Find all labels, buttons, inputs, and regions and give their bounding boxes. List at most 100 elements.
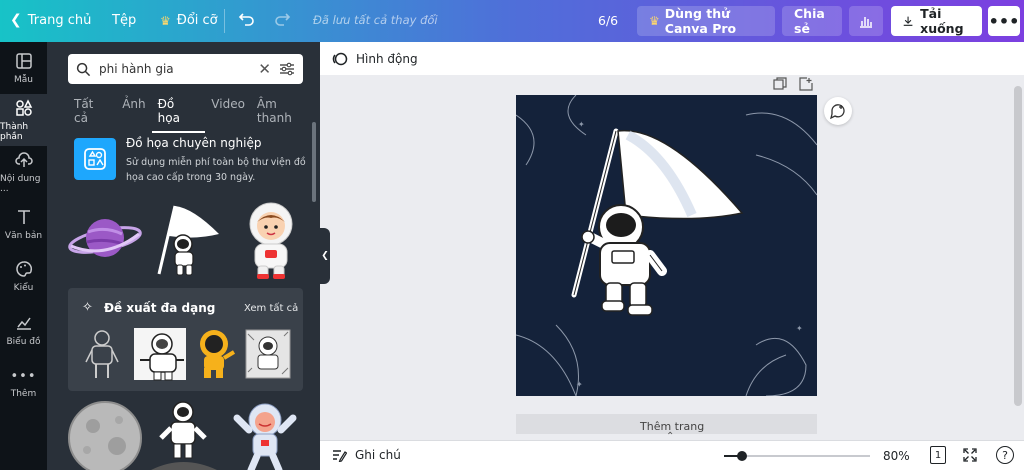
pro-graphics-icon <box>74 138 116 180</box>
canvas-scrollbar[interactable] <box>1014 86 1022 406</box>
suggest-item-3[interactable] <box>194 328 238 384</box>
elements-icon <box>15 98 32 116</box>
suggest-item-2[interactable] <box>132 326 188 386</box>
try-pro-button[interactable]: ♛ Dùng thử Canva Pro <box>637 6 775 36</box>
download-label: Tải xuống <box>920 6 964 36</box>
home-label: Trang chủ <box>27 12 92 28</box>
rail-item-more[interactable]: ••• Thêm <box>0 358 47 410</box>
tab-all[interactable]: Tất cả <box>68 97 116 133</box>
top-bar: ❮ Trang chủ Tệp ♛ Đổi cỡ Đã lưu tất cả t… <box>0 0 1024 42</box>
save-status: Đã lưu tất cả thay đổi <box>313 13 438 27</box>
animate-label: Hình động <box>356 51 418 66</box>
bottom-bar: ⌃ Ghi chú 80% 1 ? <box>320 431 1024 470</box>
text-icon <box>17 209 30 224</box>
graphic-astronaut-flag[interactable] <box>149 202 221 282</box>
page-counter: 6/6 <box>598 13 619 28</box>
file-label: Tệp <box>112 13 137 28</box>
context-toolbar: Hình động <box>320 42 1024 75</box>
zoom-slider[interactable] <box>724 451 870 461</box>
panel-scrollbar[interactable] <box>312 122 316 202</box>
redo-icon[interactable] <box>273 10 291 32</box>
suggest-item-1[interactable] <box>82 328 122 384</box>
tab-graphics[interactable]: Đồ họa <box>151 97 206 133</box>
graphic-planet[interactable] <box>67 212 143 268</box>
rail-item-templates[interactable]: Mẫu <box>0 42 47 94</box>
animate-icon <box>332 52 348 65</box>
search-tabs: Tất cả Ảnh Đồ họa Video Âm thanh <box>68 97 320 133</box>
design-canvas[interactable]: ✦ ✦ ✦ <box>516 95 817 396</box>
palette-icon <box>15 260 32 277</box>
bar-chart-icon <box>860 17 872 28</box>
animate-button[interactable]: Hình động <box>332 51 418 67</box>
graphic-astronaut-float[interactable] <box>233 400 297 470</box>
divider <box>224 9 225 33</box>
fullscreen-icon[interactable] <box>963 448 977 465</box>
rail-label: Kiểu <box>13 282 34 293</box>
tab-photos[interactable]: Ảnh <box>116 97 151 133</box>
pro-graphics-promo[interactable]: Đồ họa chuyên nghiệp Sử dụng miễn phí to… <box>74 136 306 184</box>
upload-icon <box>14 151 33 167</box>
rail-item-styles[interactable]: Kiểu <box>0 250 47 302</box>
insights-button[interactable] <box>849 6 883 36</box>
rail-item-charts[interactable]: Biểu đồ <box>0 304 47 356</box>
suggest-item-4[interactable] <box>244 328 292 384</box>
chevron-left-icon: ❮ <box>10 12 22 28</box>
graphic-moon[interactable] <box>67 400 143 470</box>
rail-label: Văn bản <box>4 230 43 241</box>
zoom-slider-handle[interactable] <box>737 451 747 461</box>
rail-label: Thêm <box>10 389 37 399</box>
search-icon <box>76 62 91 76</box>
undo-icon[interactable] <box>238 10 256 32</box>
more-dots-icon: ••• <box>988 11 1020 31</box>
graphic-kid-astronaut[interactable] <box>241 200 301 284</box>
add-page-icon[interactable] <box>799 76 813 95</box>
template-icon <box>15 52 32 69</box>
notes-button[interactable]: Ghi chú <box>332 448 401 462</box>
comment-icon <box>830 104 845 119</box>
tab-audio[interactable]: Âm thanh <box>251 97 320 133</box>
elements-panel: phi hành gia ✕ Tất cả Ảnh Đồ họa Video Â… <box>47 42 320 470</box>
pro-description: Sử dụng miễn phí toàn bộ thư viện đồ họa… <box>126 157 306 183</box>
duplicate-page-icon[interactable] <box>773 76 787 95</box>
chevron-up-icon[interactable]: ⌃ <box>666 431 674 442</box>
chart-icon <box>16 317 31 330</box>
download-button[interactable]: Tải xuống <box>891 6 982 36</box>
file-menu[interactable]: Tệp <box>112 13 136 28</box>
more-icon: ••• <box>10 369 37 384</box>
page-number-button[interactable]: 1 <box>930 446 946 464</box>
svg-text:✦: ✦ <box>576 380 583 389</box>
notes-icon <box>333 450 347 462</box>
page-number: 1 <box>934 449 942 461</box>
help-icon: ? <box>1002 448 1008 462</box>
svg-text:✦: ✦ <box>578 120 585 129</box>
tab-video[interactable]: Video <box>205 97 251 133</box>
search-input[interactable]: phi hành gia <box>99 62 250 76</box>
svg-text:✦: ✦ <box>796 324 803 333</box>
graphic-astronaut-moon[interactable] <box>149 400 219 470</box>
collapse-panel-button[interactable]: ❮ <box>320 228 330 284</box>
crown-icon: ♛ <box>160 13 171 28</box>
share-button[interactable]: Chia sẻ <box>782 6 842 36</box>
add-comment-button[interactable] <box>824 97 852 125</box>
suggestions-title: Đề xuất đa dạng <box>104 301 216 315</box>
share-label: Chia sẻ <box>794 6 825 36</box>
more-menu-button[interactable]: ••• <box>988 6 1020 36</box>
rail-item-elements[interactable]: Thành phần <box>0 94 47 146</box>
sparkle-icon: ✧ <box>82 300 93 315</box>
zoom-level[interactable]: 80% <box>883 449 910 463</box>
download-icon <box>903 16 913 26</box>
rail-label: Thành phần <box>0 121 29 142</box>
help-button[interactable]: ? <box>996 446 1014 464</box>
search-box[interactable]: phi hành gia ✕ <box>68 54 303 84</box>
filter-icon[interactable] <box>279 61 295 77</box>
resize-button[interactable]: ♛ Đổi cỡ <box>160 13 218 28</box>
home-link[interactable]: ❮ Trang chủ <box>10 12 91 28</box>
crown-icon: ♛ <box>649 14 660 28</box>
rail-item-uploads[interactable]: Nội dung ... <box>0 146 47 198</box>
pro-title: Đồ họa chuyên nghiệp <box>126 136 262 150</box>
see-all-link[interactable]: Xem tất cả <box>244 303 298 314</box>
astronaut-illustration[interactable]: ✦ ✦ ✦ <box>516 95 817 396</box>
rail-item-text[interactable]: Văn bản <box>0 198 47 250</box>
clear-icon[interactable]: ✕ <box>258 60 271 78</box>
left-rail: Mẫu Thành phần Nội dung ... Văn bản Kiểu… <box>0 42 47 470</box>
